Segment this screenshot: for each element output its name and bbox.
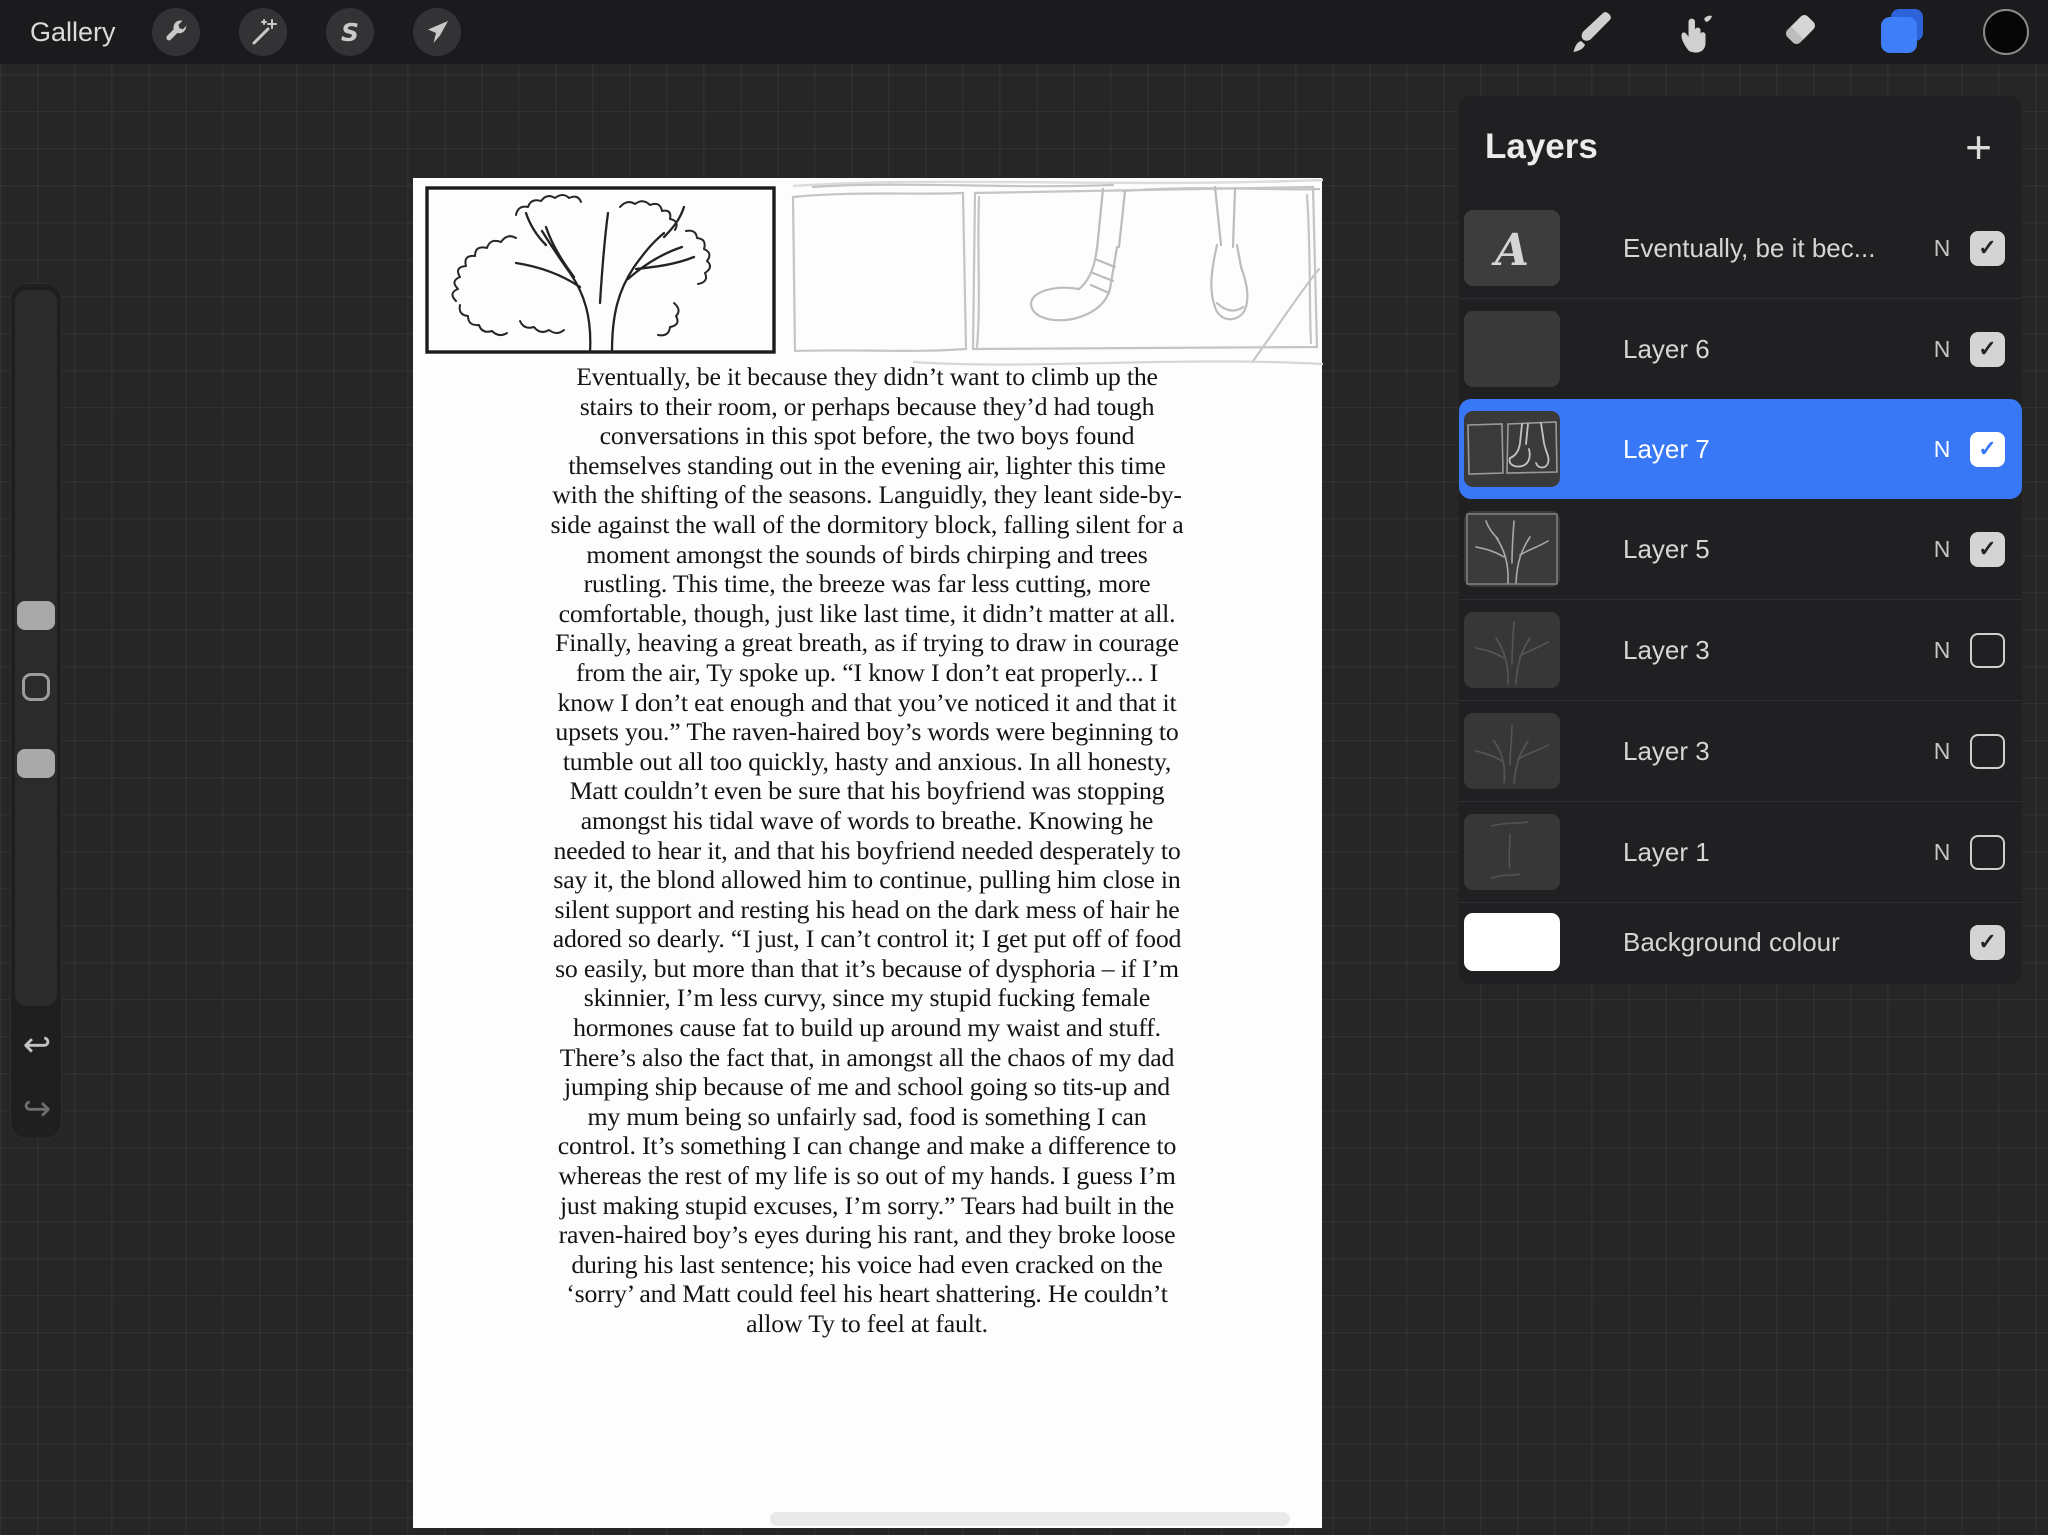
- background-colour-thumbnail[interactable]: [1464, 913, 1560, 971]
- visibility-checkbox[interactable]: [1970, 632, 2005, 668]
- magic-wand-icon: [252, 19, 277, 45]
- svg-text:A: A: [1491, 225, 1529, 276]
- blend-mode-button[interactable]: N: [1922, 536, 1962, 563]
- layers-panel-button[interactable]: [1874, 4, 1930, 60]
- color-picker-button[interactable]: [1978, 4, 2034, 60]
- slider-track: [15, 290, 57, 1006]
- brush-sidebar: ↩ ↪: [10, 283, 62, 1139]
- layer-name: Layer 3: [1623, 634, 1710, 665]
- layer-row[interactable]: Layer 5 N ✓: [1459, 499, 2022, 599]
- tree-panel-sketch: [425, 186, 776, 354]
- layer-name: Layer 3: [1623, 735, 1710, 766]
- layer-row[interactable]: Layer 3 N: [1459, 599, 2022, 700]
- transform-button[interactable]: [412, 8, 461, 56]
- layer-row[interactable]: Layer 6 N ✓: [1459, 298, 2022, 399]
- actions-button[interactable]: [151, 8, 200, 56]
- layer-thumbnail-faint-tree[interactable]: [1464, 612, 1560, 688]
- undo-icon: ↩: [22, 1026, 52, 1064]
- current-color-swatch: [1983, 9, 2029, 55]
- layer-name: Layer 5: [1623, 533, 1710, 564]
- layer-thumbnail-text[interactable]: A: [1464, 210, 1560, 286]
- visibility-checkbox[interactable]: ✓: [1970, 230, 2005, 266]
- wrench-icon: [165, 20, 187, 41]
- blend-mode-button[interactable]: N: [1922, 436, 1962, 463]
- layer-name: Layer 6: [1623, 333, 1710, 364]
- layer-row-text[interactable]: A Eventually, be it bec... N ✓: [1459, 198, 2022, 298]
- layer-thumbnail-faint-tree[interactable]: [1464, 713, 1560, 789]
- blend-mode-button[interactable]: N: [1922, 637, 1962, 664]
- background-colour-row[interactable]: Background colour ✓: [1459, 902, 2022, 981]
- blend-mode-button[interactable]: N: [1922, 738, 1962, 765]
- layers-icon: [1879, 9, 1925, 55]
- layers-panel: Layers + A Eventually, be it bec... N ✓ …: [1459, 96, 2022, 984]
- eraser-icon: [1785, 14, 1816, 45]
- visibility-checkbox[interactable]: [1970, 834, 2005, 870]
- layer-row-selected[interactable]: Layer 7 N ✓: [1459, 399, 2022, 499]
- boots-panels-sketch: [791, 183, 1320, 363]
- layer-thumbnail-faint-marks[interactable]: [1464, 814, 1560, 890]
- procreate-app: Gallery S ↩ ↪ Eventually, be it because …: [0, 0, 2048, 1535]
- visibility-checkbox[interactable]: ✓: [1970, 924, 2005, 960]
- transform-arrow-icon: [427, 21, 448, 43]
- add-layer-button[interactable]: +: [1965, 124, 1992, 170]
- smudge-tool-button[interactable]: [1666, 4, 1722, 60]
- brush-tool-button[interactable]: [1562, 4, 1618, 60]
- layer-name: Layer 7: [1623, 433, 1710, 464]
- brush-opacity-slider[interactable]: [17, 749, 55, 778]
- modify-button[interactable]: [22, 673, 50, 701]
- svg-text:S: S: [341, 18, 359, 47]
- undo-button[interactable]: ↩: [11, 1028, 63, 1062]
- selection-button[interactable]: S: [325, 8, 374, 56]
- blend-mode-button[interactable]: N: [1922, 839, 1962, 866]
- brush-size-slider[interactable]: [17, 601, 55, 630]
- visibility-checkbox[interactable]: ✓: [1970, 431, 2005, 467]
- layer-name: Eventually, be it bec...: [1623, 232, 1876, 263]
- gallery-button[interactable]: Gallery: [30, 17, 116, 48]
- blend-mode-button[interactable]: N: [1922, 336, 1962, 363]
- drawing-canvas[interactable]: Eventually, be it because they didn’t wa…: [413, 178, 1323, 1528]
- layer-thumbnail-tree[interactable]: [1464, 511, 1560, 587]
- eraser-tool-button[interactable]: [1770, 4, 1826, 60]
- adjustments-button[interactable]: [238, 8, 287, 56]
- layers-panel-header: Layers +: [1459, 96, 2022, 198]
- text-scrollbar[interactable]: [770, 1512, 1290, 1526]
- layer-name: Background colour: [1623, 926, 1840, 957]
- layer-name: Layer 1: [1623, 836, 1710, 867]
- visibility-checkbox[interactable]: ✓: [1970, 531, 2005, 567]
- redo-icon: ↪: [22, 1090, 52, 1128]
- paint-tools: [1562, 0, 2048, 64]
- blend-mode-button[interactable]: N: [1922, 235, 1962, 262]
- brush-icon: [1573, 12, 1611, 52]
- layer-thumbnail-empty[interactable]: [1464, 311, 1560, 387]
- layer-row[interactable]: Layer 3 N: [1459, 700, 2022, 801]
- top-toolbar: Gallery S: [0, 0, 2048, 64]
- layers-panel-title: Layers: [1485, 127, 1598, 166]
- visibility-checkbox[interactable]: [1970, 733, 2005, 769]
- layer-thumbnail-boots[interactable]: [1464, 411, 1560, 487]
- selection-s-icon: S: [341, 18, 359, 47]
- layer-row[interactable]: Layer 1 N: [1459, 801, 2022, 902]
- story-text: Eventually, be it because they didn’t wa…: [550, 362, 1184, 1338]
- smudge-finger-icon: [1681, 15, 1712, 53]
- visibility-checkbox[interactable]: ✓: [1970, 331, 2005, 367]
- redo-button[interactable]: ↪: [11, 1092, 63, 1126]
- layers-icon-front-square: [1881, 17, 1917, 53]
